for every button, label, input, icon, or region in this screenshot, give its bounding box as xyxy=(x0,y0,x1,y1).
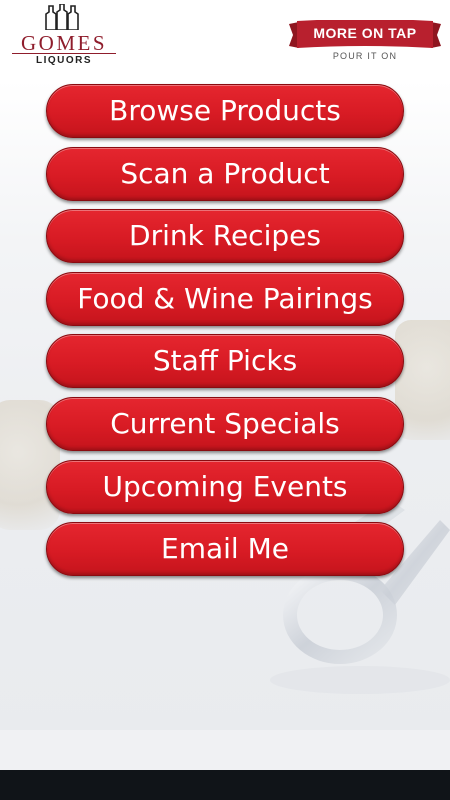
gomes-liquors-logo[interactable]: GOMES LIQUORS xyxy=(2,4,126,68)
more-on-tap-logo[interactable]: MORE ON TAP POUR IT ON xyxy=(289,20,441,64)
scan-product-button[interactable]: Scan a Product xyxy=(46,147,404,201)
main-menu: Browse Products Scan a Product Drink Rec… xyxy=(0,0,450,800)
banner-text: MORE ON TAP xyxy=(313,25,417,41)
store-subtitle: LIQUORS xyxy=(35,55,93,66)
email-me-button[interactable]: Email Me xyxy=(46,522,404,576)
bottles-icon xyxy=(45,4,79,30)
app-header: GOMES LIQUORS MORE ON TAP POUR IT ON xyxy=(0,0,450,80)
food-wine-pairings-button[interactable]: Food & Wine Pairings xyxy=(46,272,404,326)
partner-tagline: POUR IT ON xyxy=(332,51,398,61)
current-specials-button[interactable]: Current Specials xyxy=(46,397,404,451)
app-screen: GOMES LIQUORS MORE ON TAP POUR IT ON Bro… xyxy=(0,0,450,800)
logo-divider xyxy=(12,53,116,54)
browse-products-button[interactable]: Browse Products xyxy=(46,84,404,138)
upcoming-events-button[interactable]: Upcoming Events xyxy=(46,460,404,514)
store-name: GOMES xyxy=(20,31,107,55)
drink-recipes-button[interactable]: Drink Recipes xyxy=(46,209,404,263)
staff-picks-button[interactable]: Staff Picks xyxy=(46,334,404,388)
system-navigation-bar xyxy=(0,770,450,800)
